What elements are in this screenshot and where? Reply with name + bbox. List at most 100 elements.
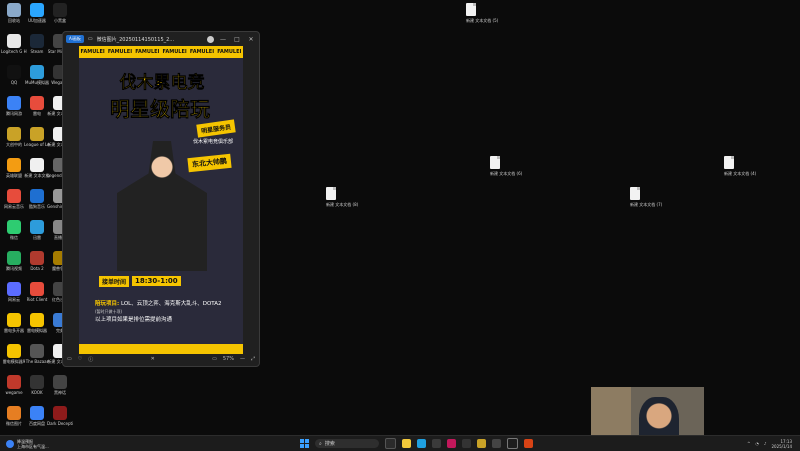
system-tray: ^ ◔ ♪ 17:13 2025/1/14 xyxy=(747,439,792,449)
app-icon xyxy=(7,220,21,234)
app-icon xyxy=(7,96,21,110)
clock-date: 2025/1/14 xyxy=(771,443,792,449)
poster-tag: 明星服务员 xyxy=(196,119,236,138)
taskbar: 降温预报 上海市区有气温... ⌕ 搜索 ^ ◔ ♪ 17:13 2025/1/… xyxy=(0,435,800,451)
app-icon xyxy=(30,189,44,203)
desktop-icon[interactable]: 黑神话 xyxy=(47,375,73,395)
store-icon[interactable] xyxy=(432,439,441,448)
band-text: FAMULEI xyxy=(80,49,105,55)
app-icon xyxy=(7,406,21,420)
clock[interactable]: 17:13 2025/1/14 xyxy=(771,439,792,449)
zoom-out-icon[interactable]: ▭ xyxy=(212,356,217,362)
fullscreen-icon[interactable]: ⤢ xyxy=(251,356,255,362)
app-icon xyxy=(7,34,21,48)
text-file-icon xyxy=(466,3,476,16)
info-icon[interactable]: ⓘ xyxy=(88,356,93,363)
zoom-level[interactable]: 57% xyxy=(223,356,234,362)
weather-icon xyxy=(6,439,14,448)
poster-info: 陪玩项目: LOL、云顶之弈、海克斯大乱斗、DOTA2 (暂时只做十项) 以上项… xyxy=(95,300,227,324)
desktop-icon[interactable]: 小黑盒 xyxy=(47,3,73,23)
app-icon xyxy=(7,344,21,358)
band-text: FAMULEI xyxy=(162,49,187,55)
info-label: 陪玩项目: xyxy=(95,301,120,307)
weather-widget[interactable]: 降温预报 上海市区有气温... xyxy=(0,439,126,449)
desktop-icon[interactable]: Dark Deception xyxy=(47,406,73,426)
desktop-icon-label: Dark Deception xyxy=(47,421,73,426)
close-button[interactable]: ✕ xyxy=(246,36,256,43)
heart-icon[interactable]: ♡ xyxy=(78,356,82,362)
app-icon xyxy=(30,127,44,141)
app-icon xyxy=(30,375,44,389)
poster-title: 伐木累电竞 xyxy=(119,73,205,94)
volume-icon[interactable]: ♪ xyxy=(764,441,767,446)
app-icon xyxy=(53,406,67,420)
viewer-toolbar: ▭ ♡ ⓘ ✕ ▭ 57% — ⤢ xyxy=(63,352,259,366)
fit-icon[interactable]: ✕ xyxy=(151,356,155,362)
app-icon xyxy=(30,3,44,17)
desktop-file[interactable]: 新建 文本文档 (4) xyxy=(724,156,756,176)
viewer-titlebar[interactable]: Ai画板 ▭ 微信图片_20250114150115_2... — □ ✕ xyxy=(63,32,259,46)
search-icon: ⌕ xyxy=(319,440,322,447)
weather-subtitle: 上海市区有气温... xyxy=(17,443,49,449)
app-brand[interactable]: Ai画板 xyxy=(66,35,84,43)
band-text: FAMULEI xyxy=(217,49,242,55)
maximize-button[interactable]: □ xyxy=(232,36,242,43)
app-icon xyxy=(7,158,21,172)
app-icon xyxy=(7,189,21,203)
desktop-file[interactable]: 新建 文本文档 (7) xyxy=(630,187,662,207)
app-icon xyxy=(7,282,21,296)
band-text: FAMULEI xyxy=(107,49,133,55)
desktop-icon-label: 小黑盒 xyxy=(54,18,66,23)
task-view-icon[interactable] xyxy=(385,438,396,449)
info-text: LOL、云顶之弈、海克斯大乱斗、DOTA2 xyxy=(120,301,222,307)
app-icon xyxy=(7,375,21,389)
sidebar-toggle-icon[interactable]: ▭ xyxy=(88,36,93,42)
app-icon xyxy=(7,3,21,17)
info-note: (暂时只做十项) xyxy=(95,309,123,314)
app-icon xyxy=(30,158,44,172)
app-icon xyxy=(30,34,44,48)
app-icon[interactable] xyxy=(507,438,518,449)
app-icon xyxy=(7,65,21,79)
poster-top-band: FAMULEI FAMULEI FAMULEI FAMULEI FAMULEI … xyxy=(79,46,243,58)
app-icon xyxy=(7,127,21,141)
app-icon xyxy=(7,313,21,327)
minimize-button[interactable]: — xyxy=(218,36,228,43)
start-button[interactable] xyxy=(300,439,309,448)
wifi-icon[interactable]: ◔ xyxy=(755,441,759,446)
image-viewer-window[interactable]: Ai画板 ▭ 微信图片_20250114150115_2... — □ ✕ FA… xyxy=(62,31,260,367)
text-file-icon xyxy=(724,156,734,169)
file-explorer-icon[interactable] xyxy=(402,439,411,448)
app-icon xyxy=(30,344,44,358)
band-text: FAMULEI xyxy=(135,49,160,55)
app-icon xyxy=(30,220,44,234)
time-value: 18:30-1:00 xyxy=(132,276,181,286)
app-icon xyxy=(30,313,44,327)
app-icon[interactable] xyxy=(524,439,533,448)
band-text: FAMULEI xyxy=(189,49,215,55)
search-box[interactable]: ⌕ 搜索 xyxy=(315,439,379,448)
app-icon xyxy=(53,375,67,389)
text-file-icon xyxy=(490,156,500,169)
app-icon[interactable] xyxy=(462,439,471,448)
edge-icon[interactable] xyxy=(417,439,426,448)
poster-name-badge: 东北大帅鹏 xyxy=(187,153,232,173)
file-name: 微信图片_20250114150115_2... xyxy=(96,36,175,43)
chevron-up-icon[interactable]: ^ xyxy=(747,441,750,446)
poster-club: 伐木累电竞俱乐部 xyxy=(192,139,233,145)
app-icon[interactable] xyxy=(492,439,501,448)
app-icon[interactable] xyxy=(447,439,456,448)
desktop-file[interactable]: 新建 文本文档 (6) xyxy=(490,156,522,176)
desktop-file[interactable]: 新建 文本文档 (8) xyxy=(326,187,358,207)
lol-icon[interactable] xyxy=(477,439,486,448)
app-icon xyxy=(30,406,44,420)
image-canvas[interactable]: FAMULEI FAMULEI FAMULEI FAMULEI FAMULEI … xyxy=(79,46,243,354)
search-placeholder: 搜索 xyxy=(324,441,335,447)
filmstrip-icon[interactable]: ▭ xyxy=(67,356,72,362)
desktop-file[interactable]: 新建 文本文档 (5) xyxy=(466,3,498,23)
promo-poster: FAMULEI FAMULEI FAMULEI FAMULEI FAMULEI … xyxy=(79,46,243,354)
avatar[interactable] xyxy=(207,35,214,43)
info-footer: 以上项目如果是排位需提前沟通 xyxy=(95,317,173,323)
zoom-in-icon[interactable]: — xyxy=(240,356,245,362)
app-icon xyxy=(30,96,44,110)
